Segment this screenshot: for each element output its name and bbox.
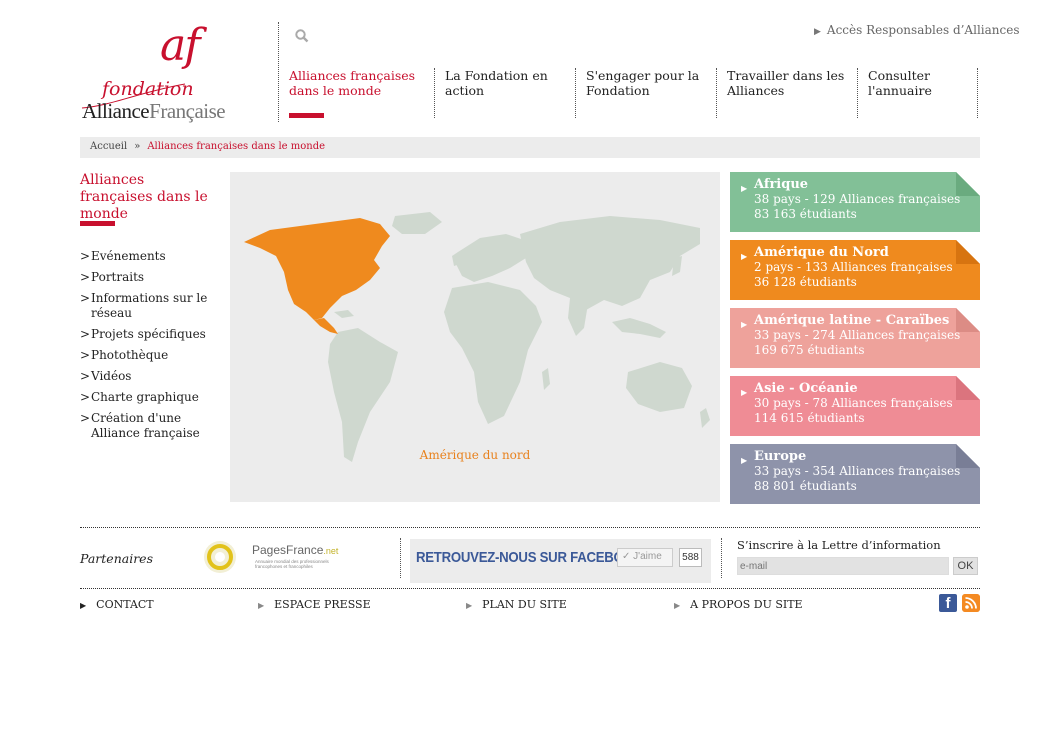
triangle-right-icon: ▶	[741, 252, 748, 261]
nav-fondation-action[interactable]: La Fondation en action	[445, 68, 565, 98]
sidebar-menu: > Evénements > Portraits > Informations sur…	[80, 249, 220, 447]
triangle-right-icon: ▶	[674, 601, 681, 610]
triangle-right-icon: ▶	[741, 184, 748, 193]
triangle-right-icon: ▶	[741, 388, 748, 397]
triangle-right-icon: ▶	[814, 27, 821, 37]
corner-fold	[956, 444, 980, 468]
nav-alliances-monde[interactable]: Alliances françaises dans le monde	[289, 68, 419, 98]
region-asie-oceanie[interactable]: ▶ Asie - Océanie 30 pays - 78 Alliances …	[730, 376, 980, 436]
triangle-right-icon: ▶	[466, 601, 473, 610]
corner-fold	[956, 376, 980, 400]
sidebar-item-creation[interactable]: > Création d'une Alliance française	[80, 411, 220, 441]
responsables-access-link[interactable]: ▶ Accès Responsables d’Alliances	[814, 23, 1019, 37]
sidebar-item-videos[interactable]: > Vidéos	[80, 369, 220, 384]
triangle-right-icon: ▶	[258, 601, 265, 610]
triangle-right-icon: ▶	[741, 456, 748, 465]
facebook-like-button[interactable]: ✓ J'aime	[617, 548, 673, 567]
footer-link-apropos[interactable]: ▶ A PROPOS DU SITE	[674, 598, 803, 611]
facebook-promo-text[interactable]: RETROUVEZ-NOUS SUR FACEBOOK	[416, 549, 643, 566]
footer-link-contact[interactable]: ▶ CONTACT	[80, 598, 154, 611]
footer-divider	[80, 527, 980, 528]
map-north-america[interactable]	[244, 218, 390, 320]
footer-col-divider	[721, 538, 722, 578]
nav-annuaire[interactable]: Consulter l'annuaire	[868, 68, 968, 98]
newsletter-submit-button[interactable]: OK	[953, 557, 978, 575]
rss-icon[interactable]	[962, 594, 980, 612]
breadcrumb-home[interactable]: Accueil	[90, 141, 127, 152]
logo-fondation: fondation	[102, 78, 194, 100]
nav-divider	[857, 68, 858, 118]
triangle-right-icon: ▶	[741, 320, 748, 329]
region-europe[interactable]: ▶ Europe 33 pays - 354 Alliances françai…	[730, 444, 980, 504]
sidebar-item-projets[interactable]: > Projets spécifiques	[80, 327, 220, 342]
region-amerique-latine[interactable]: ▶ Amérique latine - Caraïbes 33 pays - 2…	[730, 308, 980, 368]
nav-divider	[716, 68, 717, 118]
nav-active-indicator	[289, 113, 324, 118]
newsletter-email-input[interactable]	[737, 557, 949, 575]
facebook-icon[interactable]: f	[939, 594, 957, 612]
sidebar-title: Alliances françaises dans le monde	[80, 172, 208, 222]
footer-link-plan[interactable]: ▶ PLAN DU SITE	[466, 598, 567, 611]
map-central-america	[314, 318, 338, 334]
footer-divider	[80, 588, 980, 589]
sidebar-item-informations[interactable]: > Informations sur le réseau	[80, 291, 220, 321]
breadcrumb: Accueil» Alliances françaises dans le mon…	[80, 137, 980, 158]
nav-divider	[977, 68, 978, 118]
sidebar-item-evenements[interactable]: > Evénements	[80, 249, 220, 264]
footer-col-divider	[400, 538, 401, 578]
map-hover-label: Amérique du nord	[419, 448, 531, 462]
newsletter-label: S’inscrire à la Lettre d’information	[737, 538, 941, 552]
nav-travailler[interactable]: Travailler dans les Alliances	[727, 68, 852, 98]
search-icon[interactable]	[294, 28, 310, 44]
corner-fold	[956, 172, 980, 196]
nav-divider	[575, 68, 576, 118]
sidebar-item-portraits[interactable]: > Portraits	[80, 270, 220, 285]
check-icon: ✓	[622, 551, 634, 562]
sidebar-title-underline	[80, 221, 115, 226]
nav-engager[interactable]: S'engager pour la Fondation	[586, 68, 711, 98]
sidebar-item-phototheque[interactable]: > Photothèque	[80, 348, 220, 363]
partners-label: Partenaires	[80, 551, 153, 566]
pagesfrance-tagline: Annuaire mondial des professionnels fran…	[255, 559, 329, 569]
breadcrumb-current: Alliances françaises dans le monde	[147, 141, 326, 152]
pagesfrance-title: PagesFrance.net	[252, 543, 339, 557]
region-afrique[interactable]: ▶ Afrique 38 pays - 129 Alliances frança…	[730, 172, 980, 232]
corner-fold	[956, 308, 980, 332]
map-caribbean	[334, 310, 354, 318]
sidebar-item-charte[interactable]: > Charte graphique	[80, 390, 220, 405]
map-land	[328, 212, 710, 462]
site-logo[interactable]: af fondation AllianceFrançaise	[80, 20, 260, 125]
facebook-like-count: 588	[679, 548, 702, 567]
region-amerique-nord[interactable]: ▶ Amérique du Nord 2 pays - 133 Alliance…	[730, 240, 980, 300]
corner-fold	[956, 240, 980, 264]
nav-divider	[434, 68, 435, 118]
logo-name: AllianceFrançaise	[82, 99, 226, 123]
logo-initials: af	[160, 20, 201, 71]
header-divider	[278, 22, 279, 122]
triangle-right-icon: ▶	[80, 601, 87, 610]
footer-link-presse[interactable]: ▶ ESPACE PRESSE	[258, 598, 371, 611]
